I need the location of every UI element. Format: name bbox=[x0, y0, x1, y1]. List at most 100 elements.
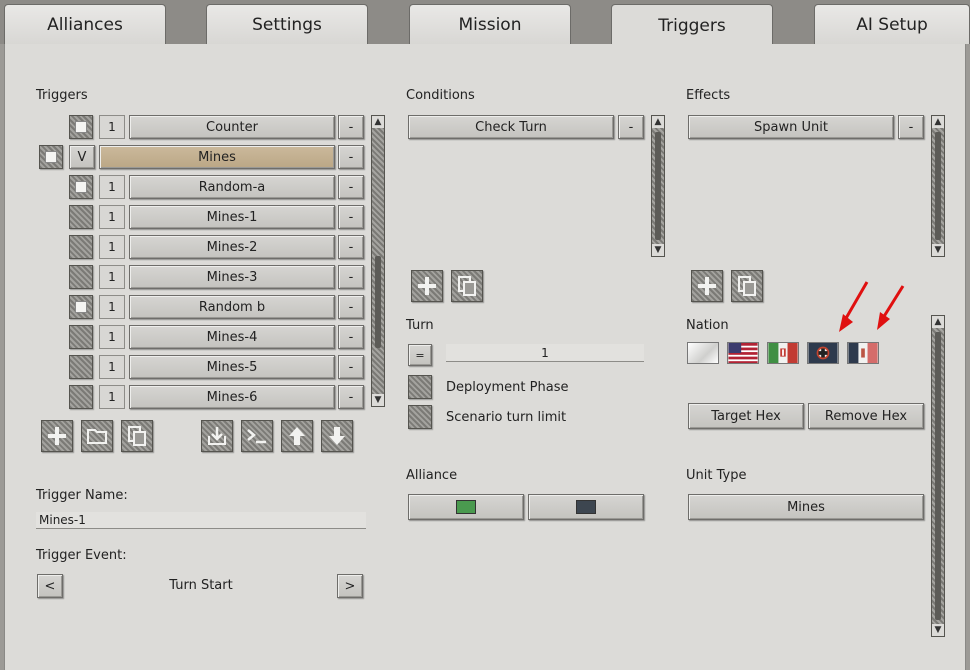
conditions-heading: Conditions bbox=[406, 88, 475, 103]
trigger-item[interactable]: Random b bbox=[129, 295, 335, 319]
remove-trigger-button[interactable]: - bbox=[338, 175, 364, 199]
tab-alliances[interactable]: Alliances bbox=[4, 4, 166, 44]
deployment-phase-label: Deployment Phase bbox=[446, 380, 569, 395]
trigger-enabled-checkbox[interactable] bbox=[69, 235, 93, 259]
trigger-repeat-count[interactable]: 1 bbox=[99, 325, 125, 349]
scroll-down-icon[interactable]: ▼ bbox=[932, 624, 944, 636]
white-flag-icon[interactable] bbox=[687, 342, 719, 364]
add-effect-button[interactable] bbox=[691, 270, 723, 302]
usa-flag-icon[interactable] bbox=[727, 342, 759, 364]
unit-type-button[interactable]: Mines bbox=[688, 494, 924, 520]
trigger-enabled-checkbox[interactable] bbox=[69, 355, 93, 379]
conditions-scrollbar[interactable]: ▲ ▼ bbox=[651, 115, 665, 257]
effects-options-scrollbar[interactable]: ▲ ▼ bbox=[931, 315, 945, 637]
deployment-phase-checkbox[interactable] bbox=[408, 375, 432, 399]
trigger-repeat-count[interactable]: 1 bbox=[99, 115, 125, 139]
tab-settings[interactable]: Settings bbox=[206, 4, 368, 44]
target-hex-button[interactable]: Target Hex bbox=[688, 403, 804, 429]
tab-triggers[interactable]: Triggers bbox=[611, 4, 773, 46]
add-trigger-button[interactable] bbox=[41, 420, 73, 452]
scenario-turn-limit-label: Scenario turn limit bbox=[446, 410, 567, 425]
trigger-repeat-count[interactable]: 1 bbox=[99, 295, 125, 319]
import-trigger-button[interactable] bbox=[201, 420, 233, 452]
trigger-item[interactable]: Mines-5 bbox=[129, 355, 335, 379]
remove-trigger-button[interactable]: - bbox=[338, 355, 364, 379]
trigger-item[interactable]: Counter bbox=[129, 115, 335, 139]
remove-condition-button[interactable]: - bbox=[618, 115, 644, 139]
trigger-group-toggle[interactable]: V bbox=[69, 145, 95, 169]
trigger-item[interactable]: Mines-2 bbox=[129, 235, 335, 259]
remove-effect-button[interactable]: - bbox=[898, 115, 924, 139]
scroll-down-icon[interactable]: ▼ bbox=[932, 244, 944, 256]
tab-mission[interactable]: Mission bbox=[409, 4, 571, 44]
tab-ai-setup[interactable]: AI Setup bbox=[814, 4, 970, 44]
scroll-down-icon[interactable]: ▼ bbox=[372, 394, 384, 406]
folder-trigger-button[interactable] bbox=[81, 420, 113, 452]
trigger-repeat-count[interactable]: 1 bbox=[99, 355, 125, 379]
copy-icon bbox=[458, 276, 476, 296]
condition-item[interactable]: Check Turn bbox=[408, 115, 614, 139]
copy-effect-button[interactable] bbox=[731, 270, 763, 302]
trigger-repeat-count[interactable]: 1 bbox=[99, 385, 125, 409]
trigger-enabled-checkbox[interactable] bbox=[69, 385, 93, 409]
remove-trigger-button[interactable]: - bbox=[338, 115, 364, 139]
trigger-enabled-checkbox[interactable] bbox=[39, 145, 63, 169]
trigger-repeat-count[interactable]: 1 bbox=[99, 205, 125, 229]
next-event-button[interactable]: > bbox=[337, 574, 363, 598]
move-up-button[interactable] bbox=[281, 420, 313, 452]
copy-condition-button[interactable] bbox=[451, 270, 483, 302]
trigger-enabled-checkbox[interactable] bbox=[69, 115, 93, 139]
italy-kingdom-flag-icon[interactable] bbox=[767, 342, 799, 364]
trigger-repeat-count[interactable]: 1 bbox=[99, 265, 125, 289]
effects-scrollbar[interactable]: ▲ ▼ bbox=[931, 115, 945, 257]
trigger-enabled-checkbox[interactable] bbox=[69, 205, 93, 229]
trigger-item[interactable]: Mines-3 bbox=[129, 265, 335, 289]
trigger-enabled-checkbox[interactable] bbox=[69, 295, 93, 319]
scroll-thumb[interactable] bbox=[655, 132, 661, 240]
germany-cross-flag-icon[interactable] bbox=[807, 342, 839, 364]
arrow-down-icon bbox=[329, 427, 345, 445]
scroll-thumb[interactable] bbox=[375, 256, 381, 348]
scroll-up-icon[interactable]: ▲ bbox=[932, 116, 944, 128]
copy-trigger-button[interactable] bbox=[121, 420, 153, 452]
trigger-enabled-checkbox[interactable] bbox=[69, 325, 93, 349]
scroll-down-icon[interactable]: ▼ bbox=[652, 244, 664, 256]
turn-operator-button[interactable]: = bbox=[408, 344, 432, 366]
console-button[interactable] bbox=[241, 420, 273, 452]
trigger-item[interactable]: Random-a bbox=[129, 175, 335, 199]
move-down-button[interactable] bbox=[321, 420, 353, 452]
italy-social-republic-flag-icon[interactable] bbox=[847, 342, 879, 364]
trigger-item[interactable]: Mines-1 bbox=[129, 205, 335, 229]
red-arrow-annotations bbox=[839, 281, 905, 332]
turn-value-input[interactable]: 1 bbox=[446, 344, 644, 362]
trigger-enabled-checkbox[interactable] bbox=[69, 265, 93, 289]
trigger-enabled-checkbox[interactable] bbox=[69, 175, 93, 199]
remove-trigger-button[interactable]: - bbox=[338, 145, 364, 169]
alliance-dark-button[interactable] bbox=[528, 494, 644, 520]
scroll-up-icon[interactable]: ▲ bbox=[652, 116, 664, 128]
remove-trigger-button[interactable]: - bbox=[338, 235, 364, 259]
remove-trigger-button[interactable]: - bbox=[338, 265, 364, 289]
scenario-turn-limit-checkbox[interactable] bbox=[408, 405, 432, 429]
scroll-thumb[interactable] bbox=[935, 332, 941, 620]
trigger-repeat-count[interactable]: 1 bbox=[99, 235, 125, 259]
prev-event-button[interactable]: < bbox=[37, 574, 63, 598]
scroll-up-icon[interactable]: ▲ bbox=[932, 316, 944, 328]
remove-trigger-button[interactable]: - bbox=[338, 385, 364, 409]
remove-trigger-button[interactable]: - bbox=[338, 205, 364, 229]
remove-hex-button[interactable]: Remove Hex bbox=[808, 403, 924, 429]
effect-item[interactable]: Spawn Unit bbox=[688, 115, 894, 139]
alliance-dark-swatch bbox=[576, 500, 596, 514]
scroll-thumb[interactable] bbox=[935, 132, 941, 240]
trigger-item[interactable]: Mines bbox=[99, 145, 335, 169]
trigger-item[interactable]: Mines-6 bbox=[129, 385, 335, 409]
trigger-name-input[interactable]: Mines-1 bbox=[36, 512, 366, 529]
trigger-list-scrollbar[interactable]: ▲ ▼ bbox=[371, 115, 385, 407]
remove-trigger-button[interactable]: - bbox=[338, 295, 364, 319]
remove-trigger-button[interactable]: - bbox=[338, 325, 364, 349]
scroll-up-icon[interactable]: ▲ bbox=[372, 116, 384, 128]
trigger-item[interactable]: Mines-4 bbox=[129, 325, 335, 349]
trigger-repeat-count[interactable]: 1 bbox=[99, 175, 125, 199]
add-condition-button[interactable] bbox=[411, 270, 443, 302]
alliance-green-button[interactable] bbox=[408, 494, 524, 520]
